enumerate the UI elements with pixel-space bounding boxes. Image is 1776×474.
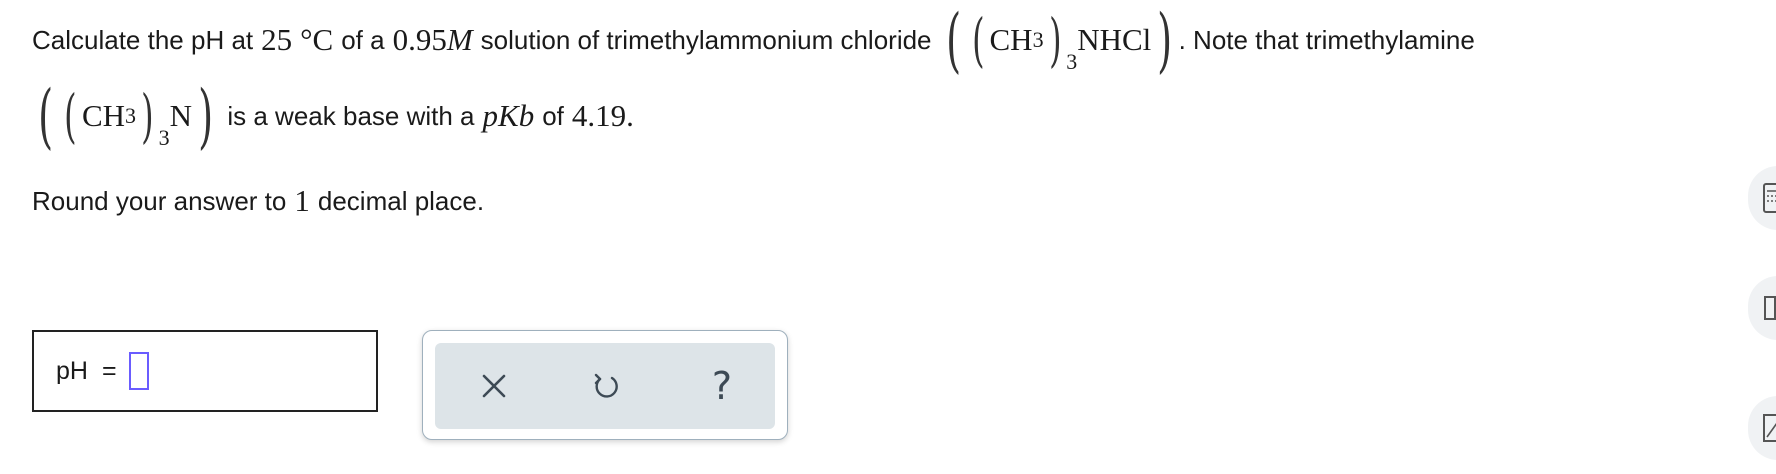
weak-base-text: is a weak base with a bbox=[227, 100, 475, 131]
round-suffix: decimal place. bbox=[317, 185, 485, 216]
salt-formula-sub-group: 3 bbox=[1066, 49, 1078, 74]
paren-open-inner: ( bbox=[64, 82, 77, 150]
question-text-middle: solution of trimethylammonium chloride bbox=[480, 24, 932, 55]
paren-open-outer: ( bbox=[945, 0, 961, 81]
base-formula-rest: N bbox=[169, 98, 193, 133]
paren-close-inner: ) bbox=[141, 82, 154, 150]
base-formula-sub-group: 3 bbox=[158, 125, 170, 150]
edit-icon bbox=[1763, 414, 1776, 442]
period: . bbox=[626, 98, 634, 133]
paren-close-inner: ) bbox=[1048, 6, 1062, 74]
molar-symbol: M bbox=[446, 22, 473, 57]
ph-answer-input[interactable] bbox=[128, 352, 149, 390]
help-icon: ? bbox=[711, 364, 733, 408]
calculator-icon bbox=[1763, 183, 1776, 213]
temperature-unit: °C bbox=[300, 22, 334, 57]
bar-icon bbox=[1764, 296, 1776, 320]
round-prefix: Round your answer to bbox=[32, 185, 287, 216]
paren-open-outer: ( bbox=[38, 75, 54, 157]
salt-formula-ch: CH bbox=[989, 22, 1033, 57]
question-line-1: Calculate the pH at 25 °C of a 0.95 M so… bbox=[32, 0, 1475, 81]
base-formula-ch: CH bbox=[81, 98, 126, 133]
undo-button[interactable] bbox=[581, 361, 631, 411]
rounding-instruction: Round your answer to 1 decimal place. bbox=[32, 176, 484, 226]
undo-icon bbox=[594, 373, 618, 398]
side-tab-data[interactable] bbox=[1748, 276, 1776, 340]
of-a-text: of a bbox=[341, 24, 385, 55]
paren-close-outer: ) bbox=[198, 75, 214, 157]
paren-open-inner: ( bbox=[971, 6, 985, 74]
pk-of-text: of bbox=[542, 100, 564, 131]
question-line-2: ( ( CH 3 ) 3 N ) is a weak base with a p… bbox=[32, 76, 634, 156]
clear-button[interactable] bbox=[469, 361, 519, 411]
pk-p: p bbox=[482, 98, 499, 133]
toolbar-panel: ? bbox=[435, 343, 775, 429]
question-text-prefix: Calculate the pH at bbox=[32, 24, 254, 55]
pk-K: K bbox=[498, 98, 519, 133]
side-tab-notes[interactable] bbox=[1748, 396, 1776, 460]
question-text-suffix: . Note that trimethylamine bbox=[1178, 24, 1475, 55]
salt-formula-rest: NHCl bbox=[1077, 22, 1152, 57]
answer-label: pH bbox=[56, 356, 88, 385]
close-icon bbox=[482, 374, 506, 398]
base-formula: ( ( CH 3 ) 3 N ) bbox=[38, 75, 214, 157]
pk-value: 4.19 bbox=[571, 98, 627, 133]
side-tab-calculator[interactable] bbox=[1748, 166, 1776, 230]
answer-toolbar: ? bbox=[422, 330, 788, 440]
help-button[interactable]: ? bbox=[697, 361, 747, 411]
equals-sign: = bbox=[101, 356, 117, 385]
round-digits: 1 bbox=[294, 183, 310, 218]
paren-close-outer: ) bbox=[1157, 0, 1173, 81]
temperature-value: 25 bbox=[261, 22, 293, 57]
answer-box: pH = bbox=[32, 330, 378, 412]
salt-formula: ( ( CH 3 ) 3 NHCl ) bbox=[945, 0, 1173, 81]
concentration-value: 0.95 bbox=[392, 22, 447, 57]
